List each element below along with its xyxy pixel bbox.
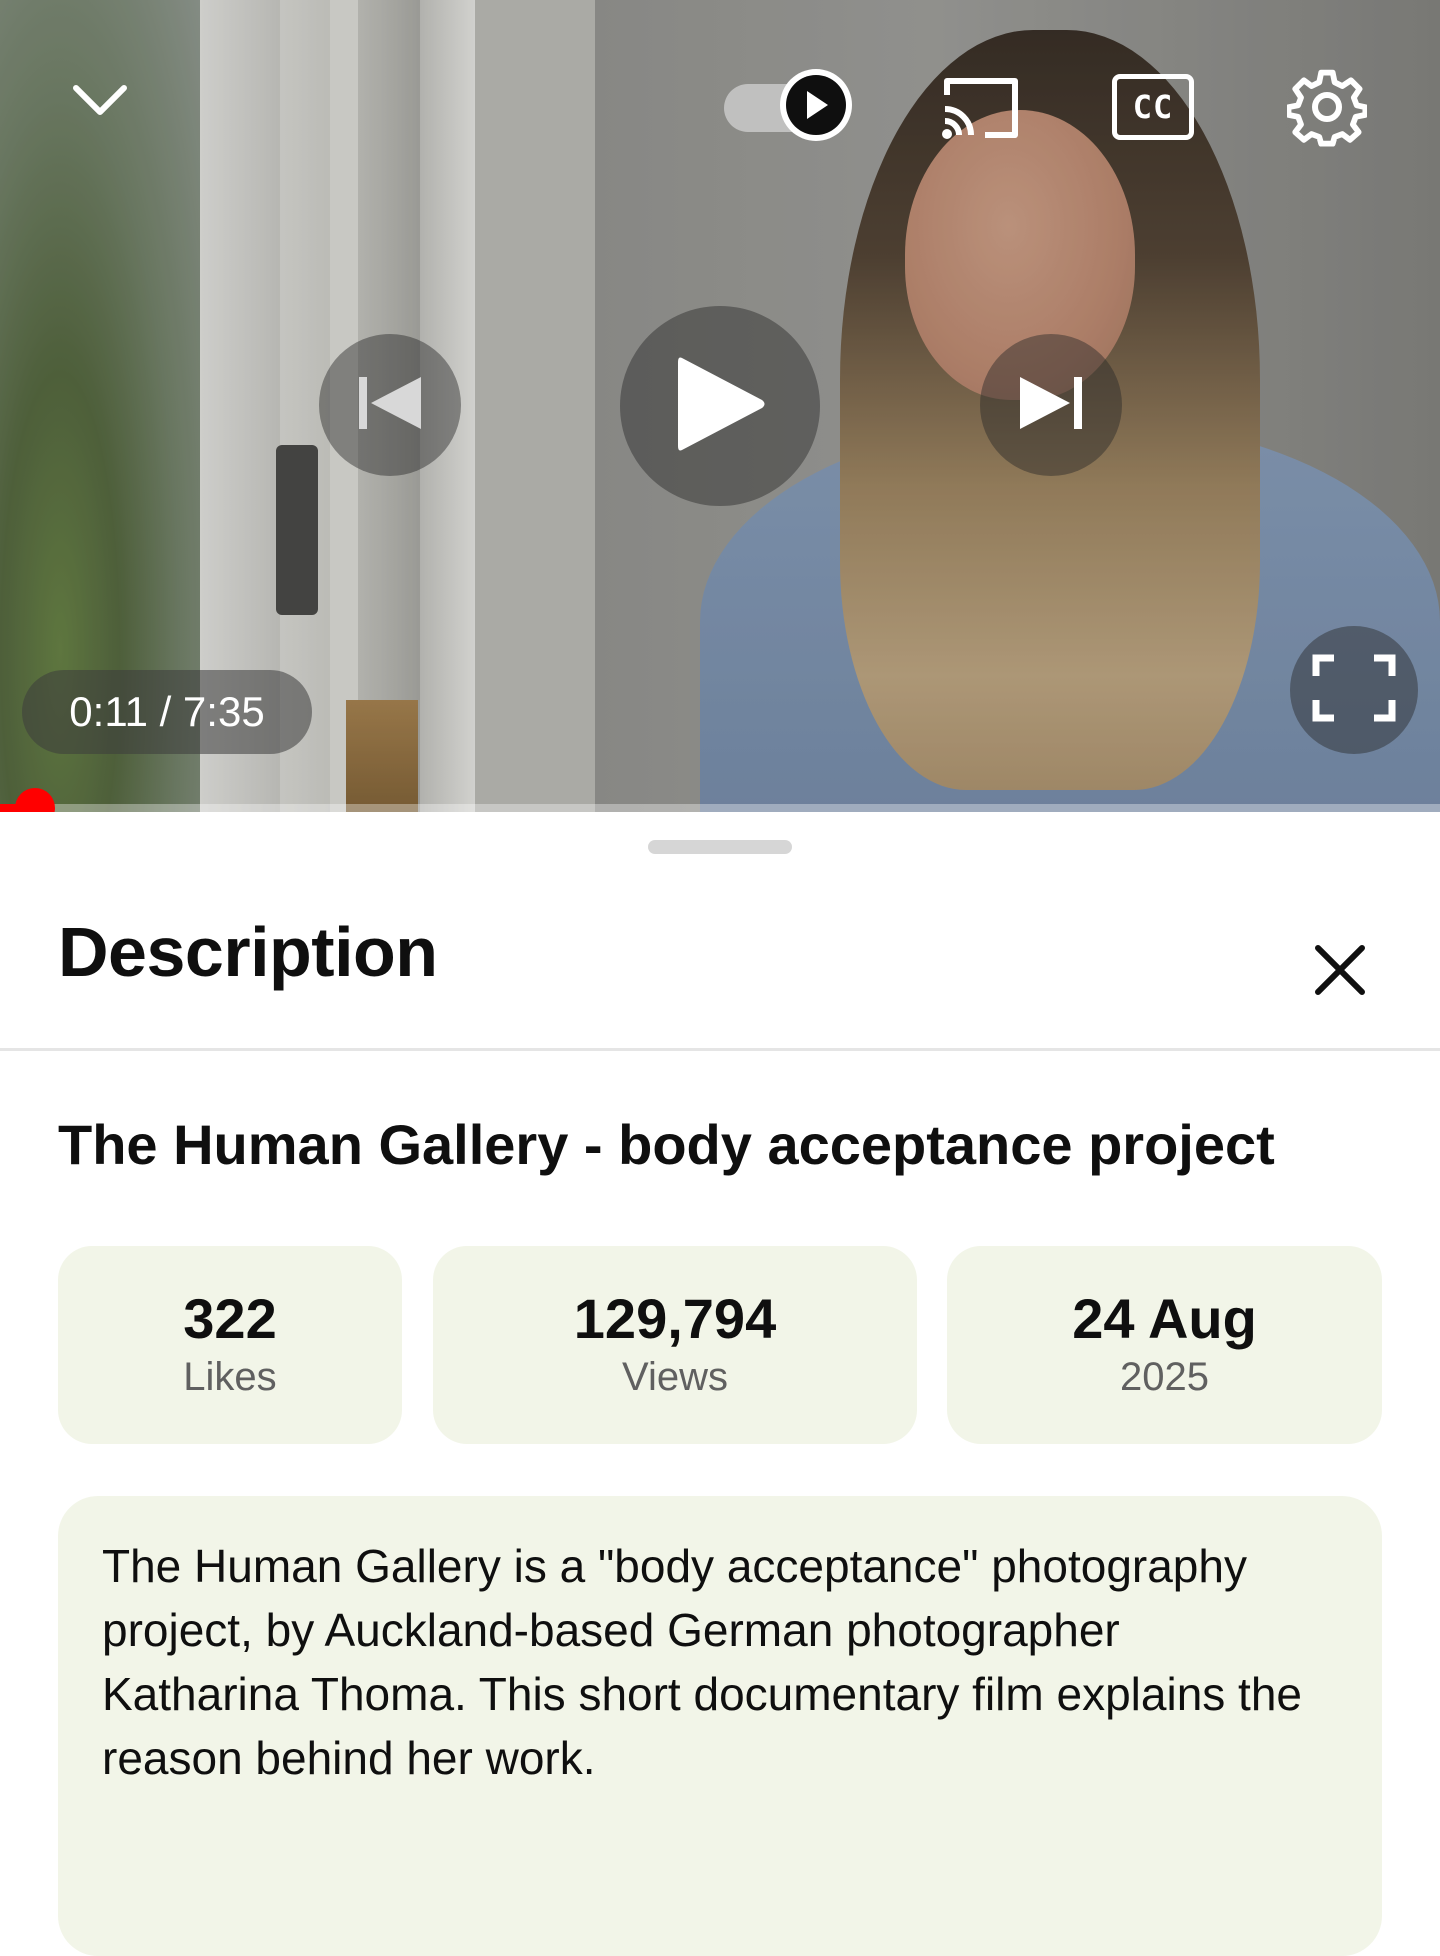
- likes-label: Likes: [183, 1355, 277, 1399]
- gear-icon[interactable]: [1284, 64, 1370, 150]
- fullscreen-button[interactable]: [1290, 626, 1418, 754]
- chevron-down-icon[interactable]: [60, 60, 140, 140]
- time-display: 0:11 / 7:35: [22, 670, 312, 754]
- description-text: The Human Gallery is a "body acceptance"…: [102, 1540, 1302, 1784]
- next-icon: [1016, 373, 1086, 438]
- description-sheet: Description The Human Gallery - body acc…: [0, 812, 1440, 1956]
- likes-count: 322: [183, 1287, 277, 1350]
- close-icon[interactable]: [1300, 930, 1380, 1010]
- views-count: 129,794: [573, 1287, 777, 1350]
- video-title: The Human Gallery - body acceptance proj…: [58, 1113, 1275, 1176]
- play-icon: [672, 352, 768, 461]
- fullscreen-icon: [1312, 654, 1396, 727]
- upload-date: 24 Aug: [1072, 1287, 1257, 1350]
- captions-icon[interactable]: CC: [1112, 74, 1194, 140]
- play-button[interactable]: [620, 306, 820, 506]
- description-box: The Human Gallery is a "body acceptance"…: [58, 1496, 1382, 1956]
- drag-handle[interactable]: [648, 840, 792, 854]
- views-stat: 129,794 Views: [433, 1246, 917, 1444]
- cast-icon[interactable]: [936, 70, 1026, 146]
- autoplay-toggle-icon[interactable]: [780, 69, 852, 141]
- views-label: Views: [622, 1355, 728, 1399]
- sheet-title: Description: [58, 913, 438, 991]
- divider: [0, 1048, 1440, 1051]
- previous-icon: [355, 373, 425, 438]
- upload-year: 2025: [1120, 1355, 1209, 1399]
- video-player[interactable]: CC 0:11 / 7:35: [0, 0, 1440, 812]
- next-button[interactable]: [980, 334, 1122, 476]
- likes-stat: 322 Likes: [58, 1246, 402, 1444]
- date-stat: 24 Aug 2025: [947, 1246, 1382, 1444]
- progress-track[interactable]: [0, 804, 1440, 812]
- captions-label: CC: [1132, 88, 1174, 126]
- previous-button[interactable]: [319, 334, 461, 476]
- time-display-text: 0:11 / 7:35: [69, 688, 265, 735]
